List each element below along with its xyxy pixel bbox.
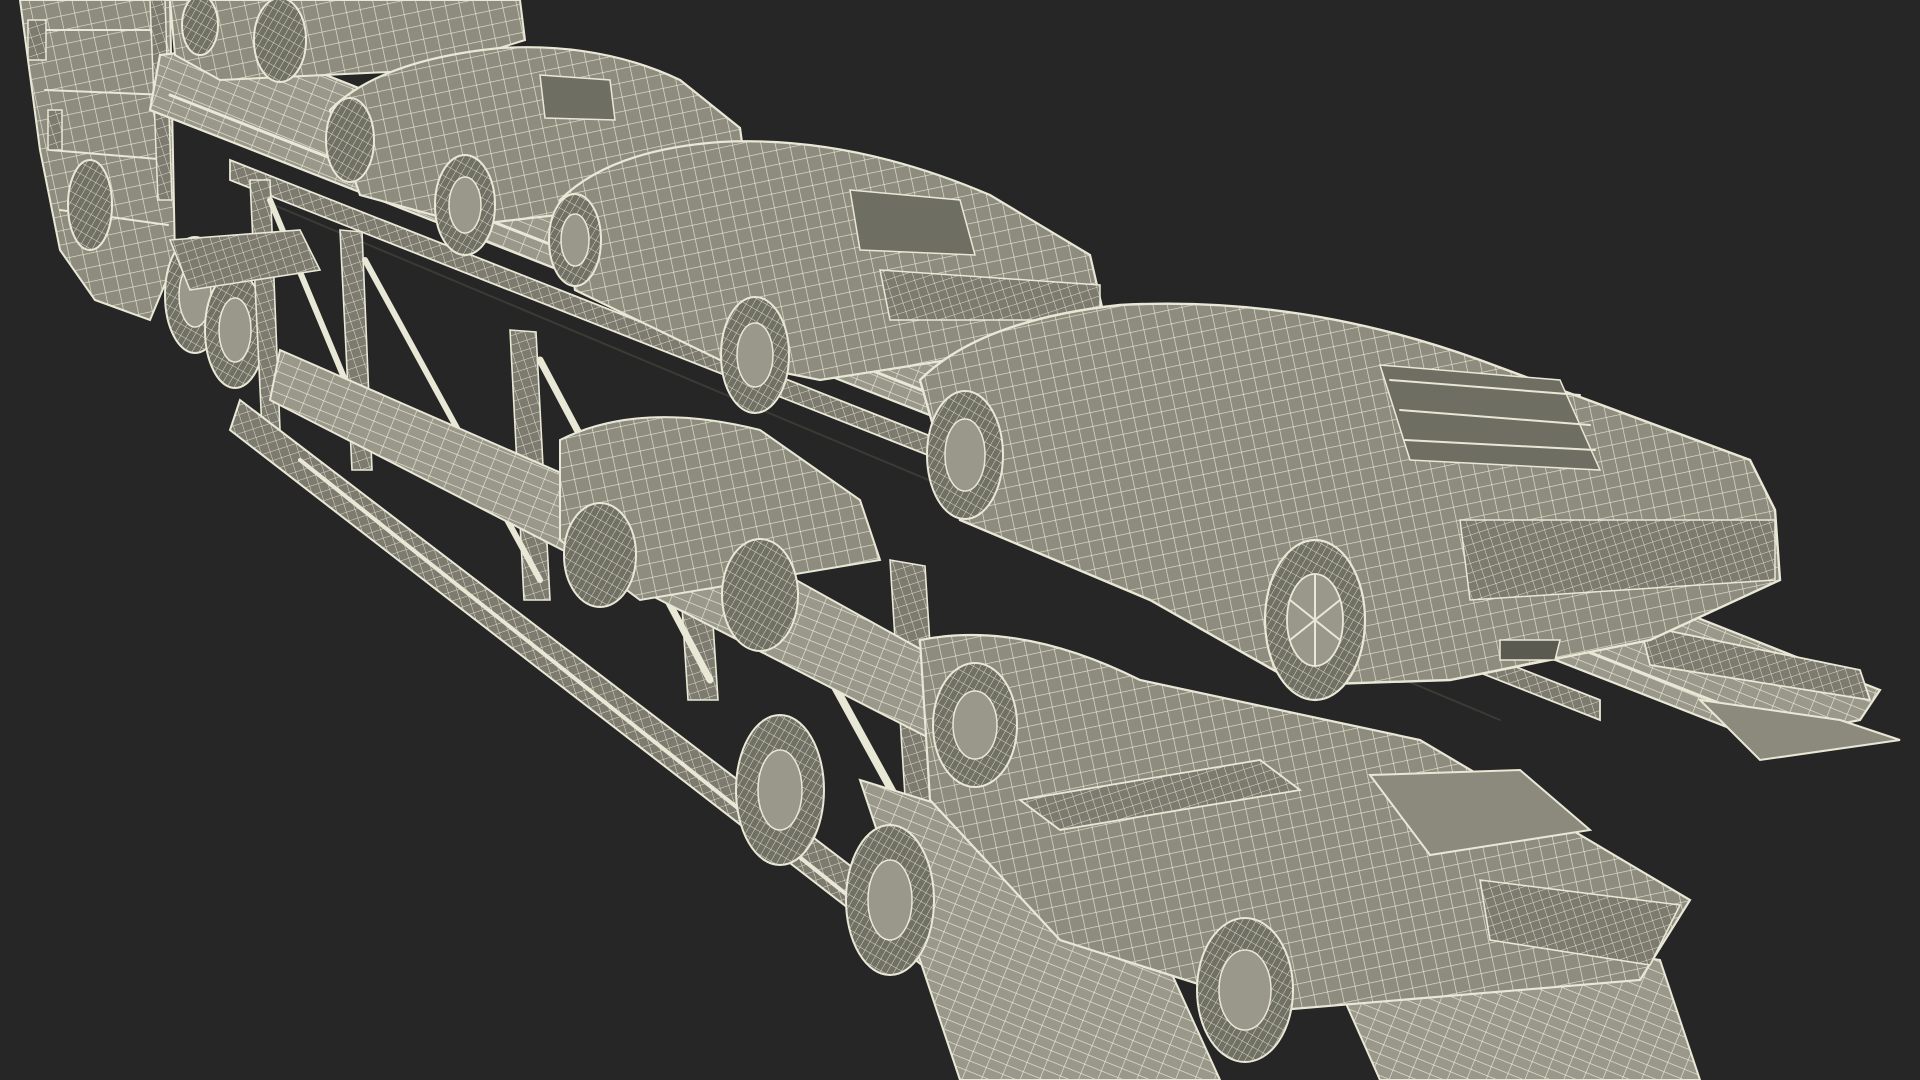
render-viewport [0,0,1920,1080]
car-transporter-wireframe-render [18,0,1901,1080]
truck-cab [18,0,177,322]
upper-deck-car-4 [918,302,1782,702]
